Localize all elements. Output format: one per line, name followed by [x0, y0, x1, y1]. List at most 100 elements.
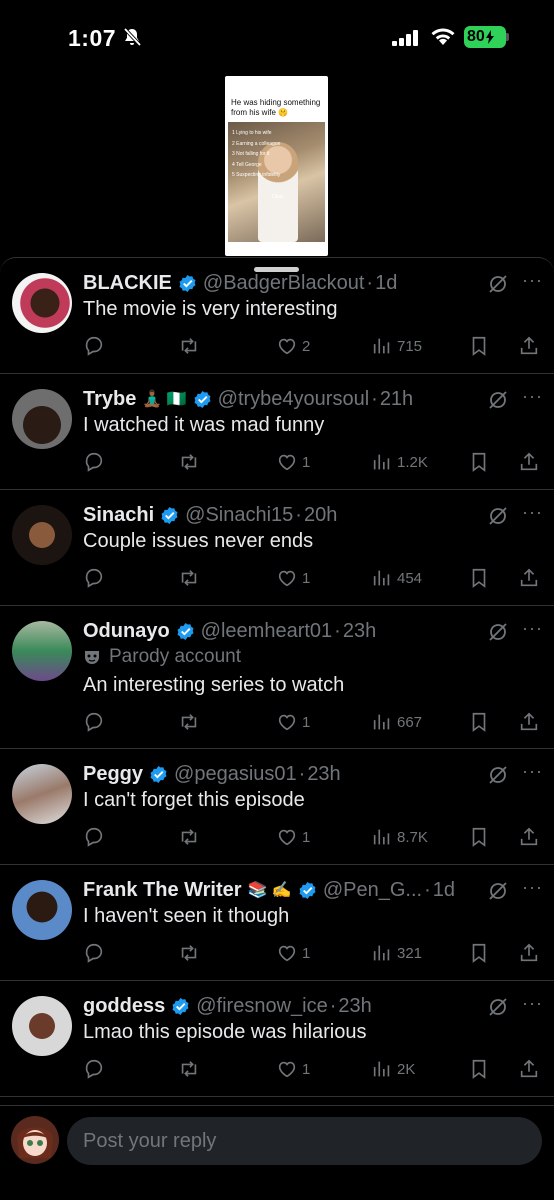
repost-button[interactable] — [178, 1057, 200, 1081]
grok-icon[interactable] — [487, 621, 509, 643]
reply-tweet[interactable]: Frank The Writer 📚 ✍️ @Pen_G... · 1d ··· I hav… — [0, 865, 554, 981]
bookmark-button[interactable] — [468, 825, 490, 849]
like-button[interactable]: 1 — [276, 1057, 310, 1081]
views-button[interactable]: 1.2K — [371, 450, 428, 474]
grok-icon[interactable] — [487, 273, 509, 295]
user-avatar[interactable] — [12, 621, 72, 681]
repost-button[interactable] — [178, 710, 200, 734]
user-avatar[interactable] — [12, 505, 72, 565]
like-button[interactable]: 1 — [276, 825, 310, 849]
user-avatar[interactable] — [12, 880, 72, 940]
reply-timestamp[interactable]: 23h — [343, 620, 376, 643]
reply-timestamp[interactable]: 23h — [307, 763, 340, 786]
views-button[interactable]: 715 — [371, 334, 422, 358]
like-button[interactable]: 1 — [276, 566, 310, 590]
reply-button[interactable] — [83, 334, 105, 358]
bookmark-button[interactable] — [468, 710, 490, 734]
more-options-icon[interactable]: ··· — [522, 618, 543, 639]
like-button[interactable]: 1 — [276, 710, 310, 734]
reply-timestamp[interactable]: 1d — [433, 879, 455, 902]
grok-icon[interactable] — [487, 996, 509, 1018]
user-handle[interactable]: @pegasius01 — [174, 763, 297, 786]
more-options-icon[interactable]: ··· — [522, 502, 543, 523]
user-handle[interactable]: @Pen_G... — [323, 879, 422, 902]
bookmark-icon — [472, 712, 486, 732]
user-avatar[interactable] — [12, 764, 72, 824]
display-name[interactable]: BLACKIE — [83, 272, 172, 295]
repost-button[interactable] — [178, 941, 200, 965]
reply-tweet[interactable]: BLACKIE @BadgerBlackout · 1d ··· The movie is… — [0, 258, 554, 374]
user-handle[interactable]: @Sinachi15 — [185, 504, 293, 527]
cellular-signal-icon — [392, 30, 418, 46]
bookmark-button[interactable] — [468, 450, 490, 474]
grok-icon[interactable] — [487, 389, 509, 411]
reply-tweet[interactable]: Sinachi @Sinachi15 · 20h ··· Couple issues ne… — [0, 490, 554, 606]
display-name[interactable]: Sinachi — [83, 504, 154, 527]
more-options-icon[interactable]: ··· — [522, 877, 543, 898]
reply-tweet[interactable]: Trybe 🧘🏾‍♂️ 🇳🇬 @trybe4yoursoul · 21h ··· I wat… — [0, 374, 554, 490]
display-name[interactable]: Trybe — [83, 388, 136, 411]
reply-button[interactable] — [83, 825, 105, 849]
reply-button[interactable] — [83, 710, 105, 734]
more-options-icon[interactable]: ··· — [522, 386, 543, 407]
repost-button[interactable] — [178, 825, 200, 849]
user-avatar[interactable] — [12, 389, 72, 449]
user-avatar[interactable] — [12, 996, 72, 1056]
share-button[interactable] — [518, 450, 540, 474]
reply-tweet[interactable]: goddess @firesnow_ice · 23h ··· Lmao this epi… — [0, 981, 554, 1097]
more-options-icon[interactable]: ··· — [522, 993, 543, 1014]
reply-button[interactable] — [83, 941, 105, 965]
reply-input[interactable]: Post your reply — [67, 1117, 542, 1165]
like-button[interactable]: 1 — [276, 941, 310, 965]
display-name[interactable]: Odunayo — [83, 620, 170, 643]
display-name[interactable]: Frank The Writer — [83, 879, 242, 902]
reply-tweet[interactable]: Peggy @pegasius01 · 23h ··· I can't forget th… — [0, 749, 554, 865]
more-options-icon[interactable]: ··· — [522, 761, 543, 782]
user-handle[interactable]: @trybe4yoursoul — [218, 388, 369, 411]
share-button[interactable] — [518, 566, 540, 590]
separator-dot: · — [366, 271, 374, 294]
share-icon — [520, 827, 538, 846]
like-button[interactable]: 1 — [276, 450, 310, 474]
reply-timestamp[interactable]: 20h — [304, 504, 337, 527]
reply-tweet[interactable]: Odunayo @leemheart01 · 23h ··· Parody account… — [0, 606, 554, 749]
more-options-icon[interactable]: ··· — [522, 270, 543, 291]
share-icon — [520, 452, 538, 471]
bookmark-button[interactable] — [468, 334, 490, 358]
reply-button[interactable] — [83, 1057, 105, 1081]
grok-icon[interactable] — [487, 880, 509, 902]
user-avatar[interactable] — [12, 273, 72, 333]
views-button[interactable]: 2K — [371, 1057, 415, 1081]
bookmark-button[interactable] — [468, 941, 490, 965]
reply-timestamp[interactable]: 1d — [375, 272, 397, 295]
bookmark-button[interactable] — [468, 1057, 490, 1081]
share-button[interactable] — [518, 334, 540, 358]
display-name[interactable]: Peggy — [83, 763, 143, 786]
share-button[interactable] — [518, 710, 540, 734]
views-button[interactable]: 454 — [371, 566, 422, 590]
reply-button[interactable] — [83, 450, 105, 474]
grok-icon[interactable] — [487, 764, 509, 786]
views-button[interactable]: 321 — [371, 941, 422, 965]
like-button[interactable]: 2 — [276, 334, 310, 358]
reply-timestamp[interactable]: 21h — [380, 388, 413, 411]
grok-icon[interactable] — [487, 505, 509, 527]
media-thumbnail[interactable]: He was hiding something from his wife 🤫 … — [225, 76, 328, 256]
reply-timestamp[interactable]: 23h — [338, 995, 371, 1018]
reply-button[interactable] — [83, 566, 105, 590]
user-handle[interactable]: @firesnow_ice — [196, 995, 327, 1018]
user-handle[interactable]: @leemheart01 — [201, 620, 332, 643]
views-button[interactable]: 8.7K — [371, 825, 428, 849]
repost-button[interactable] — [178, 450, 200, 474]
current-user-avatar[interactable] — [11, 1116, 59, 1164]
bookmark-button[interactable] — [468, 566, 490, 590]
share-button[interactable] — [518, 825, 540, 849]
views-button[interactable]: 667 — [371, 710, 422, 734]
display-name[interactable]: goddess — [83, 995, 165, 1018]
share-button[interactable] — [518, 1057, 540, 1081]
user-handle[interactable]: @BadgerBlackout — [203, 272, 365, 295]
repost-button[interactable] — [178, 566, 200, 590]
heart-icon — [278, 1061, 296, 1078]
repost-button[interactable] — [178, 334, 200, 358]
share-button[interactable] — [518, 941, 540, 965]
